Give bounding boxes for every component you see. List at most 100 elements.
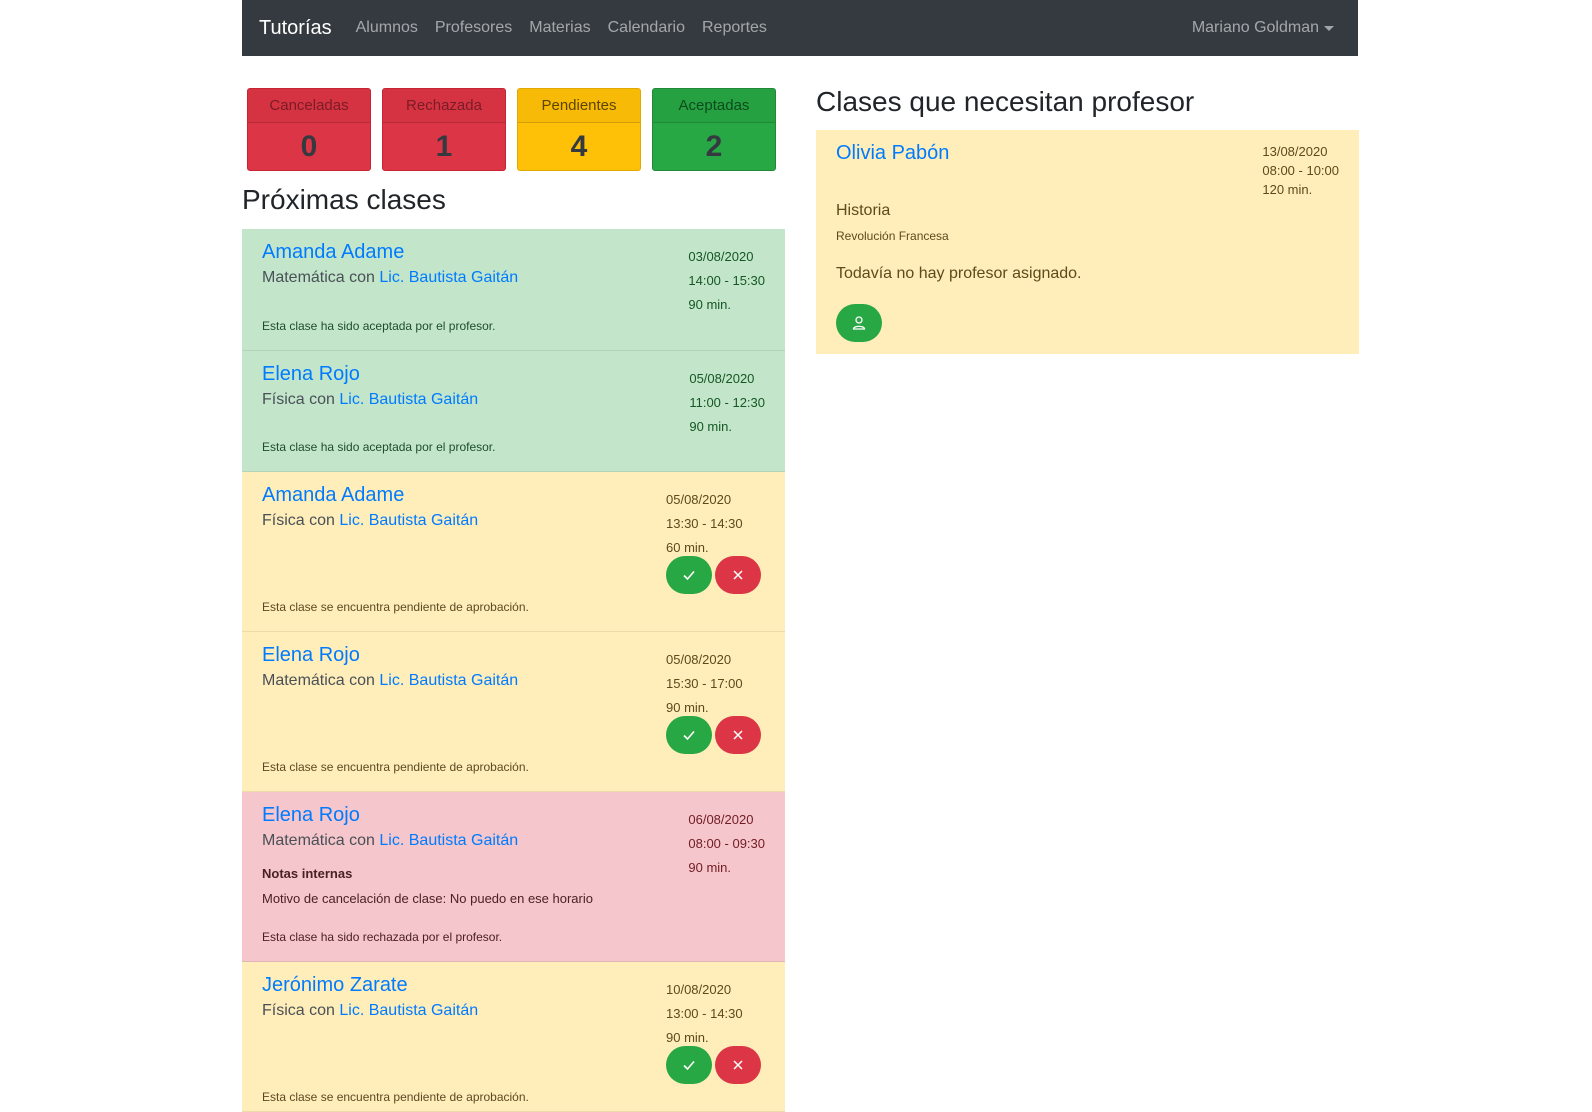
class-meta: 03/08/2020 14:00 - 15:30 90 min. [688,245,765,317]
nav-alumnos[interactable]: Alumnos [356,19,418,37]
list-item: Amanda Adame Física con Lic. Bautista Ga… [242,472,785,632]
teacher-link[interactable]: Lic. Bautista Gaitán [379,832,518,849]
stat-aceptadas: Aceptadas 2 [652,88,776,171]
nav-profesores[interactable]: Profesores [435,19,512,37]
class-duration: 90 min. [689,419,732,434]
class-duration: 90 min. [688,860,732,875]
list-item: Elena Rojo Física con Lic. Bautista Gait… [242,351,785,472]
stat-label: Aceptadas [653,89,775,123]
teacher-link[interactable]: Lic. Bautista Gaitán [339,391,478,408]
class-duration: 90 min. [688,297,732,312]
teacher-link[interactable]: Lic. Bautista Gaitán [379,672,518,689]
stat-value: 4 [570,130,588,163]
subject-name: Física [262,512,305,529]
topic-name: Revolución Francesa [836,229,949,243]
class-date: 05/08/2020 [689,371,755,386]
assign-teacher-button[interactable] [836,304,882,342]
connector-text: con [349,832,375,849]
status-text: Esta clase ha sido rechazada por el prof… [262,930,503,944]
stat-value: 1 [435,130,453,163]
close-icon [733,730,743,740]
list-item: Amanda Adame Matemática con Lic. Bautist… [242,229,785,351]
status-text: Esta clase ha sido aceptada por el profe… [262,319,496,333]
reject-button[interactable] [715,556,761,594]
check-icon [683,730,695,741]
stat-value: 0 [300,130,318,163]
stat-value: 2 [705,130,723,163]
connector-text: con [349,672,375,689]
stat-label: Canceladas [248,89,370,123]
class-meta: 05/08/2020 15:30 - 17:00 90 min. [666,648,743,720]
teacher-link[interactable]: Lic. Bautista Gaitán [339,512,478,529]
accept-button[interactable] [666,1046,712,1084]
check-icon [683,1060,695,1071]
class-meta: 10/08/2020 13:00 - 14:30 90 min. [666,978,743,1050]
class-actions [666,556,761,594]
status-text: Esta clase se encuentra pendiente de apr… [262,600,529,614]
status-text: Esta clase ha sido aceptada por el profe… [262,440,496,454]
stats-row: Canceladas 0 Rechazada 1 Pendientes 4 Ac… [247,88,776,171]
caret-down-icon [1324,25,1334,31]
class-meta: 06/08/2020 08:00 - 09:30 90 min. [688,808,765,880]
class-meta: 13/08/2020 08:00 - 10:00 120 min. [1262,142,1339,199]
check-icon [683,570,695,581]
class-date: 05/08/2020 [666,652,732,667]
no-teacher-message: Todavía no hay profesor asignado. [836,265,1082,282]
accept-button[interactable] [666,716,712,754]
teacher-link[interactable]: Lic. Bautista Gaitán [379,269,518,286]
close-icon [733,570,743,580]
class-date: 05/08/2020 [666,492,732,507]
teacher-link[interactable]: Lic. Bautista Gaitán [339,1002,478,1019]
class-time: 14:00 - 15:30 [688,273,765,288]
subject-name: Matemática [262,269,345,286]
stat-label: Rechazada [383,89,505,123]
class-time: 11:00 - 12:30 [689,395,765,410]
needs-teacher-title: Clases que necesitan profesor [816,86,1195,117]
notes-text: Motivo de cancelación de clase: No puedo… [262,891,593,906]
subject-name: Matemática [262,832,345,849]
subject-name: Física [262,391,305,408]
upcoming-title: Próximas clases [242,184,446,215]
nav-calendario[interactable]: Calendario [608,19,685,37]
accept-button[interactable] [666,556,712,594]
status-text: Esta clase se encuentra pendiente de apr… [262,760,529,774]
reject-button[interactable] [715,716,761,754]
user-menu[interactable]: Mariano Goldman [1192,19,1334,37]
connector-text: con [309,512,335,529]
nav-reportes[interactable]: Reportes [702,19,767,37]
class-time: 13:30 - 14:30 [666,516,743,531]
status-text: Esta clase se encuentra pendiente de apr… [262,1090,529,1104]
upcoming-list: Amanda Adame Matemática con Lic. Bautist… [242,229,785,1112]
stat-label: Pendientes [518,89,640,123]
brand-link[interactable]: Tutorías [259,17,332,40]
user-name: Mariano Goldman [1191,19,1319,36]
nav-materias[interactable]: Materias [529,19,590,37]
stat-rechazada: Rechazada 1 [382,88,506,171]
class-actions [666,716,761,754]
class-date: 13/08/2020 [1262,144,1328,159]
subject-name: Matemática [262,672,345,689]
list-item: Elena Rojo Matemática con Lic. Bautista … [242,632,785,792]
connector-text: con [309,1002,335,1019]
class-time: 13:00 - 14:30 [666,1006,743,1021]
class-meta: 05/08/2020 11:00 - 12:30 90 min. [689,367,765,439]
class-time: 08:00 - 10:00 [1262,163,1339,178]
needs-teacher-card: Olivia Pabón 13/08/2020 08:00 - 10:00 12… [816,130,1359,354]
stat-canceladas: Canceladas 0 [247,88,371,171]
class-date: 03/08/2020 [688,249,754,264]
navbar: Tutorías Alumnos Profesores Materias Cal… [242,0,1358,56]
connector-text: con [349,269,375,286]
class-time: 15:30 - 17:00 [666,676,743,691]
list-item: Elena Rojo Matemática con Lic. Bautista … [242,792,785,962]
class-date: 06/08/2020 [688,812,754,827]
class-meta: 05/08/2020 13:30 - 14:30 60 min. [666,488,743,560]
reject-button[interactable] [715,1046,761,1084]
class-duration: 120 min. [1262,182,1313,197]
stat-pendientes: Pendientes 4 [517,88,641,171]
close-icon [733,1060,743,1070]
list-item: Jerónimo Zarate Física con Lic. Bautista… [242,962,785,1112]
user-icon [852,316,866,330]
class-date: 10/08/2020 [666,982,732,997]
subject-name: Historia [836,202,891,219]
class-actions [666,1046,761,1084]
